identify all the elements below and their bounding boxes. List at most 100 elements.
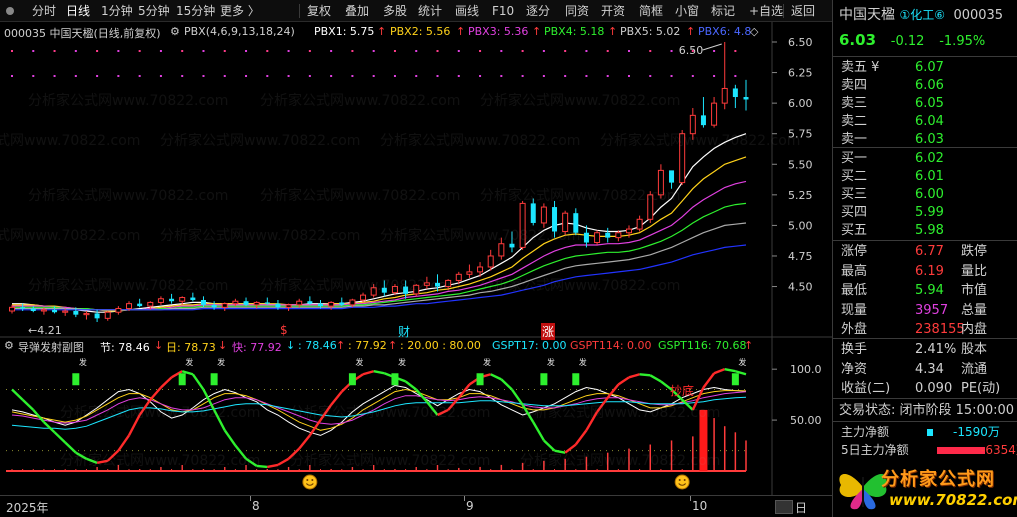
candle-body: [573, 213, 579, 233]
ind-bar: [606, 452, 609, 471]
stats2-cell: 流通: [961, 361, 988, 377]
toolbar-item[interactable]: 叠加: [345, 3, 369, 19]
candle-body: [552, 207, 558, 232]
trend-segment: [43, 421, 56, 434]
ind-bar: [351, 467, 354, 471]
candle-body: [381, 287, 387, 293]
signal-dot: [117, 75, 120, 77]
trend-segment: [596, 396, 609, 413]
toolbar-separator: [783, 4, 784, 18]
toolbar-item[interactable]: 返回: [791, 3, 815, 19]
signal-label: 发: [79, 357, 87, 367]
signal-dot: [691, 75, 694, 77]
scroll-handle[interactable]: [775, 500, 793, 514]
asks-cell: 6.07: [915, 60, 944, 75]
time-axis-label: 2025年: [6, 501, 49, 515]
toolbar-item[interactable]: F10: [492, 3, 514, 19]
indicator-v4: : 78.46: [298, 339, 337, 352]
toolbar-item[interactable]: 多股: [383, 3, 407, 19]
candle-body: [20, 307, 26, 309]
high-price-pointer: [702, 43, 722, 51]
divider: [833, 338, 1017, 339]
toolbar-item[interactable]: 日线: [66, 3, 90, 19]
signal-dot: [266, 75, 269, 77]
candle-body: [126, 303, 133, 310]
signal-box: [572, 373, 580, 386]
net-5d-label: 5日主力净额: [841, 443, 909, 457]
candle-body: [211, 304, 217, 308]
logo-text: 分析家公式网: [881, 469, 995, 490]
trend-segment: [436, 408, 449, 417]
toolbar-item[interactable]: 15分钟: [176, 3, 215, 19]
signal-dot: [457, 75, 460, 77]
signal-dot: [74, 75, 77, 77]
stats-cell: 238155: [915, 322, 965, 337]
candle-body: [9, 306, 15, 312]
signal-dot: [670, 50, 673, 52]
toolbar-item[interactable]: 画线: [455, 3, 479, 19]
ind-bar: [436, 465, 439, 471]
candle-body: [594, 232, 601, 244]
price-tick-label: 5.00: [788, 219, 813, 232]
toolbar-item[interactable]: +自选: [749, 3, 783, 19]
candle-body: [179, 297, 186, 302]
trend-segment: [11, 388, 24, 401]
toolbar-item[interactable]: 简框: [639, 3, 663, 19]
smiley-eye: [306, 479, 309, 481]
toolbar-item[interactable]: 分时: [32, 3, 56, 19]
indicator-chart[interactable]: 100.0 50.00 发发发发发发发发发 ⚙ 导弹发射副图 节: 78.46 ↓ …: [0, 323, 832, 495]
candle-body: [62, 310, 69, 313]
price-tick-label: 6.25: [788, 67, 813, 80]
candle-body: [232, 300, 239, 305]
stock-code: 000035: [953, 8, 1004, 23]
ind-bar: [202, 469, 205, 471]
toolbar-item[interactable]: 同资: [565, 3, 589, 19]
settings-icon[interactable]: ⚙: [170, 25, 180, 38]
arrow-up-icon: ↑: [686, 25, 696, 38]
toolbar-item[interactable]: 标记: [711, 3, 735, 19]
candle-body: [328, 301, 335, 307]
stats2-cell: PE(动): [961, 381, 1001, 396]
signal-dot: [245, 50, 248, 52]
toolbar-item[interactable]: 开资: [601, 3, 625, 19]
trend-segment: [649, 374, 662, 383]
signal-dot: [627, 50, 630, 52]
candle-body: [423, 282, 430, 286]
toolbar-item[interactable]: 1分钟: [101, 3, 133, 19]
toolbar-item[interactable]: 逐分: [526, 3, 550, 19]
trend-segment: [127, 414, 141, 436]
ind-bar: [266, 469, 269, 471]
signal-dot: [713, 50, 716, 52]
signal-dot: [287, 50, 290, 52]
dollar-marker: $: [280, 323, 288, 337]
diamond-icon[interactable]: ◇: [750, 25, 758, 38]
signal-dot: [585, 75, 588, 77]
signal-dot: [138, 75, 141, 77]
settings-icon[interactable]: ⚙: [4, 339, 14, 352]
indicator-gspt116: GSPT116: 70.68: [658, 339, 747, 352]
signal-label: 发: [738, 357, 746, 367]
stats2-cell: 净资: [841, 361, 868, 377]
signal-box: [72, 373, 80, 386]
toolbar-item[interactable]: 统计: [418, 3, 442, 19]
toolbar-item[interactable]: 复权: [307, 3, 331, 19]
price-tick-label: 5.50: [788, 158, 813, 171]
kline-chart[interactable]: 6.50 6.25 6.00 5.75 5.50 5.25 5.00 4.75 4.50 6.50…: [0, 22, 832, 338]
candle-body: [721, 87, 728, 104]
toolbar-item[interactable]: 小窗: [675, 3, 699, 19]
signal-dot: [53, 50, 56, 52]
ma-line: [12, 180, 747, 311]
candle-body: [73, 310, 79, 315]
bids-cell: 5.98: [915, 223, 944, 238]
toolbar-item[interactable]: 更多 〉: [220, 3, 260, 19]
signal-dot: [11, 75, 13, 77]
zhang-marker: 涨: [541, 323, 556, 340]
trend-segment: [639, 373, 651, 377]
trend-segment: [223, 429, 237, 447]
stats-cell: 涨停: [841, 244, 868, 259]
candle-body: [253, 301, 260, 306]
price-tick-label: 4.75: [788, 250, 813, 263]
candle-body: [221, 303, 228, 308]
divider: [833, 240, 1017, 241]
toolbar-item[interactable]: 5分钟: [138, 3, 170, 19]
